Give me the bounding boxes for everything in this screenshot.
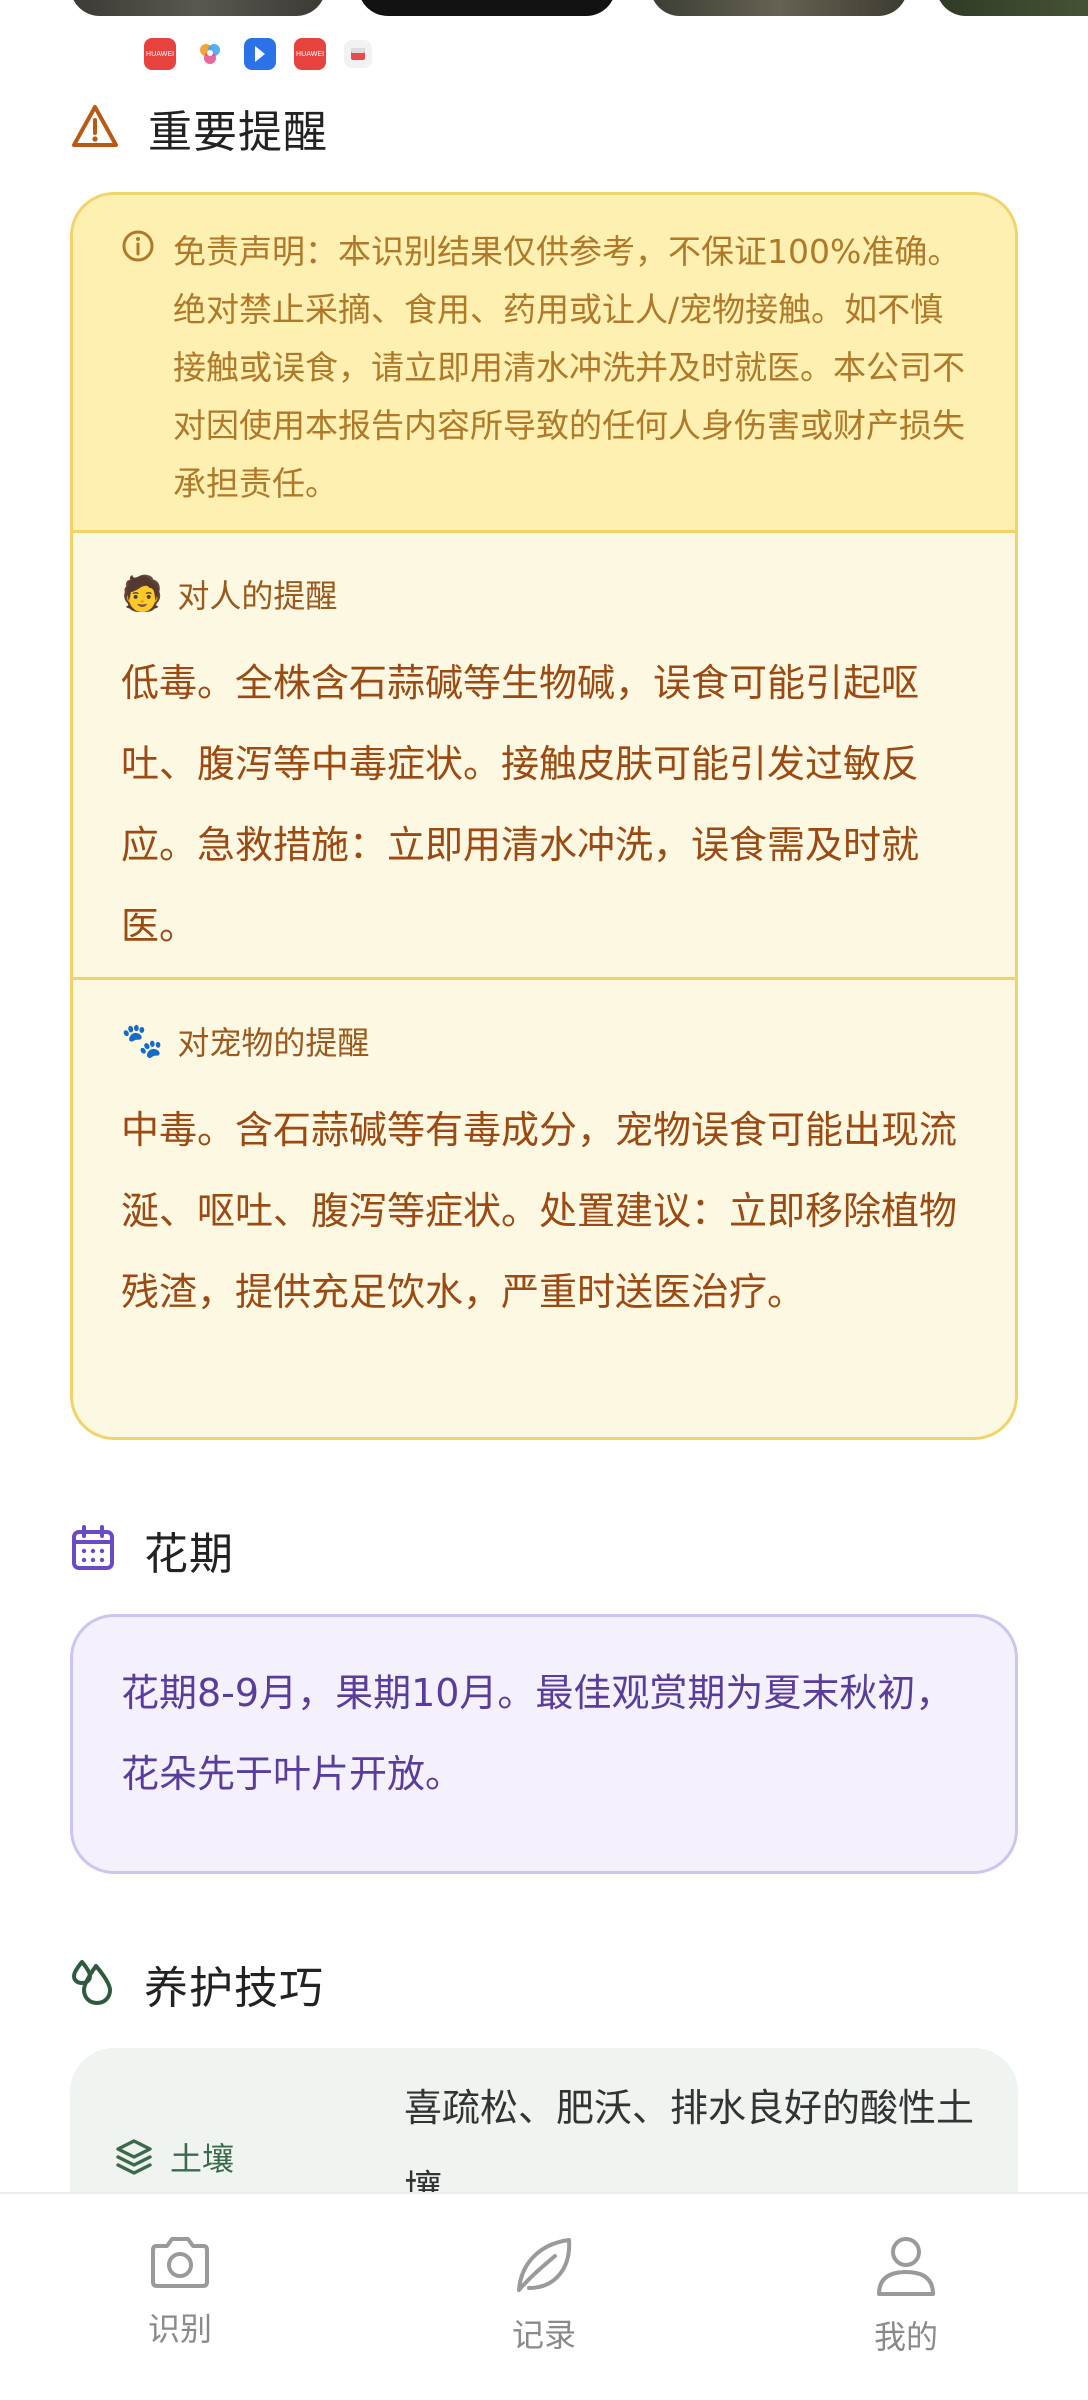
nav-identify-label: 识别 xyxy=(147,2310,212,2348)
pet-reminder-label: 对宠物的提醒 xyxy=(177,1024,370,1062)
human-reminder-label: 对人的提醒 xyxy=(177,577,338,615)
nav-mine[interactable]: 我的 xyxy=(806,2234,1006,2358)
source-app-icons: HUAWEI HUAWEI xyxy=(144,38,372,70)
disclaimer-block: 免责声明：本识别结果仅供参考，不保证100%准确。绝对禁止采摘、食用、药用或让人… xyxy=(73,195,1015,533)
thumbnail-2[interactable] xyxy=(358,0,616,16)
soil-label: 土壤 xyxy=(114,2134,234,2180)
nav-records-label: 记录 xyxy=(511,2316,576,2354)
huawei-app-icon: HUAWEI xyxy=(144,38,176,70)
pet-reminder-title: 🐾 对宠物的提醒 xyxy=(121,1018,369,1064)
thumbnail-4[interactable] xyxy=(936,0,1088,16)
care-section-header: 养护技巧 xyxy=(70,1952,324,2016)
person-icon: 🧑 xyxy=(121,574,164,614)
warning-triangle-icon xyxy=(70,103,120,153)
human-reminder-text: 低毒。全株含石蒜碱等生物碱，误食可能引起呕吐、腹泻等中毒症状。接触皮肤可能引发过… xyxy=(121,661,920,948)
flowering-section-title: 花期 xyxy=(144,1529,234,1580)
nav-records[interactable]: 记录 xyxy=(444,2234,644,2356)
warning-card: 免责声明：本识别结果仅供参考，不保证100%准确。绝对禁止采摘、食用、药用或让人… xyxy=(70,192,1018,1440)
thumbnail-1[interactable] xyxy=(70,0,326,16)
soil-label-text: 土壤 xyxy=(170,2140,235,2178)
colorful-app-icon xyxy=(194,38,226,70)
flowering-text: 花期8-9月，果期10月。最佳观赏期为夏末秋初，花朵先于叶片开放。 xyxy=(121,1671,954,1796)
thumbnail-3[interactable] xyxy=(650,0,908,16)
pet-reminder-text: 中毒。含石蒜碱等有毒成分，宠物误食可能出现流涎、呕吐、腹泻等症状。处置建议：立即… xyxy=(121,1108,958,1314)
warning-section-title: 重要提醒 xyxy=(148,107,328,158)
flowering-section-header: 花期 xyxy=(70,1518,234,1582)
human-reminder-title: 🧑 对人的提醒 xyxy=(121,571,337,617)
calendar-icon xyxy=(70,1524,116,1576)
nav-identify[interactable]: 识别 xyxy=(80,2234,280,2350)
blue-app-icon xyxy=(244,38,276,70)
human-reminder-block: 🧑 对人的提醒 低毒。全株含石蒜碱等生物碱，误食可能引起呕吐、腹泻等中毒症状。接… xyxy=(73,533,1015,980)
warning-section-header: 重要提醒 xyxy=(70,96,328,160)
paw-icon: 🐾 xyxy=(121,1021,164,1061)
camera-icon xyxy=(151,2237,209,2288)
info-icon xyxy=(121,229,155,267)
water-drops-icon xyxy=(70,1958,116,2010)
disclaimer-text: 免责声明：本识别结果仅供参考，不保证100%准确。绝对禁止采摘、食用、药用或让人… xyxy=(173,232,965,503)
layers-icon xyxy=(116,2139,152,2175)
leaf-icon xyxy=(517,2238,572,2292)
mini-app-icon xyxy=(344,40,372,68)
nav-mine-label: 我的 xyxy=(873,2318,938,2356)
care-section-title: 养护技巧 xyxy=(144,1963,324,2014)
huawei-app-icon-2: HUAWEI xyxy=(294,38,326,70)
user-icon xyxy=(877,2237,935,2296)
flowering-card: 花期8-9月，果期10月。最佳观赏期为夏末秋初，花朵先于叶片开放。 xyxy=(70,1614,1018,1874)
bottom-navigation: 识别 记录 我的 xyxy=(0,2192,1088,2400)
